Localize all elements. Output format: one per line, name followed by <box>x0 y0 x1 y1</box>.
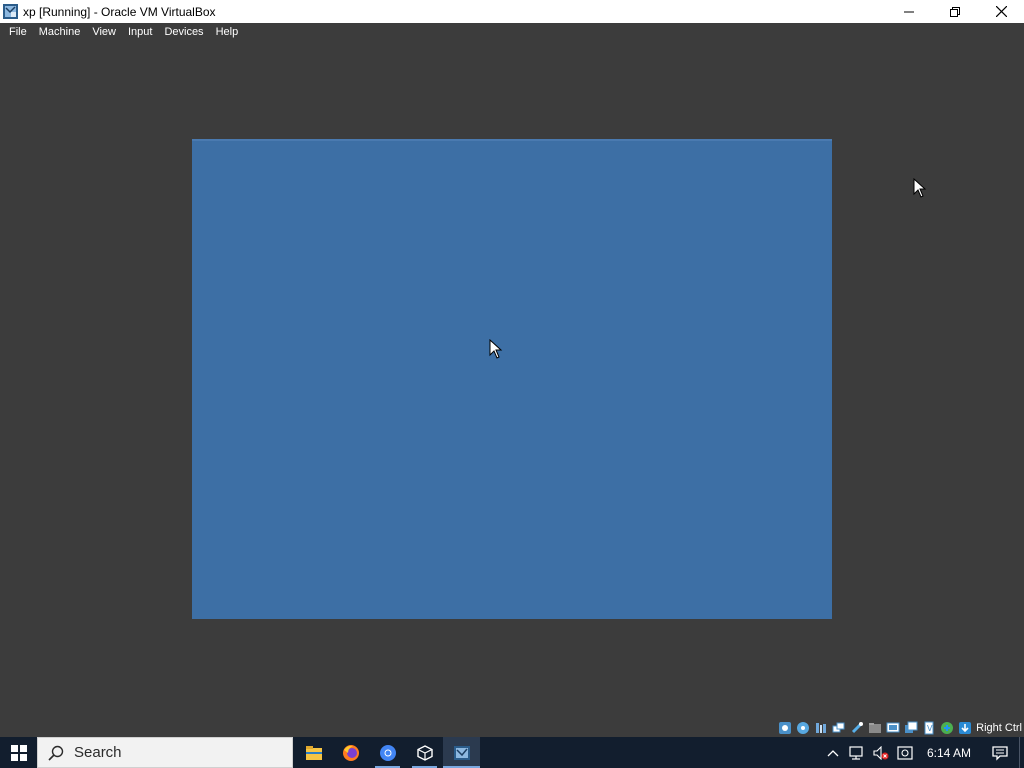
mouse-cursor-icon <box>489 339 503 359</box>
display-icon[interactable] <box>885 720 900 735</box>
menu-bar: File Machine View Input Devices Help <box>0 23 1024 41</box>
taskbar-file-explorer[interactable] <box>295 737 332 768</box>
host-key-label: Right Ctrl <box>976 721 1022 734</box>
action-icon <box>897 745 913 760</box>
menu-devices[interactable]: Devices <box>158 23 209 41</box>
network-tray-button[interactable] <box>845 737 869 768</box>
vm-status-bar: V Right Ctrl <box>0 718 1024 737</box>
menu-machine[interactable]: Machine <box>33 23 87 41</box>
network-icon <box>849 745 863 760</box>
windows-logo-icon <box>10 744 27 761</box>
menu-view[interactable]: View <box>86 23 122 41</box>
taskbar-virtualbox-vm[interactable] <box>443 737 480 768</box>
minimize-button[interactable] <box>886 0 932 23</box>
virtualbox-manager-icon <box>416 744 433 761</box>
vm-screen[interactable] <box>192 139 832 619</box>
menu-help[interactable]: Help <box>210 23 245 41</box>
usb-icon[interactable] <box>849 720 864 735</box>
virtualbox-vm-icon <box>453 745 470 760</box>
title-bar[interactable]: xp [Running] - Oracle VM VirtualBox <box>0 0 1024 23</box>
taskbar-firefox[interactable] <box>332 737 369 768</box>
cpu-icon[interactable]: V <box>921 720 936 735</box>
clock[interactable]: 6:14 AM <box>917 746 981 760</box>
system-tray: 6:14 AM <box>821 737 1024 768</box>
volume-muted-icon <box>873 745 889 760</box>
window-controls <box>886 0 1024 23</box>
close-icon <box>995 6 1007 17</box>
volume-tray-button[interactable] <box>869 737 893 768</box>
show-desktop-button[interactable] <box>1019 737 1024 768</box>
hard-disk-icon[interactable] <box>777 720 792 735</box>
shared-folders-icon[interactable] <box>867 720 882 735</box>
audio-icon[interactable] <box>813 720 828 735</box>
taskbar-chrome[interactable] <box>369 737 406 768</box>
window-title: xp [Running] - Oracle VM VirtualBox <box>23 4 216 19</box>
virtualbox-icon <box>3 4 18 19</box>
restore-icon <box>950 6 960 17</box>
start-button[interactable] <box>0 737 37 768</box>
video-capture-icon[interactable] <box>903 720 918 735</box>
restore-button[interactable] <box>932 0 978 23</box>
menu-file[interactable]: File <box>3 23 33 41</box>
close-button[interactable] <box>978 0 1024 23</box>
network-icon[interactable] <box>831 720 846 735</box>
notification-icon <box>992 745 1008 761</box>
mouse-integration-icon[interactable] <box>939 720 954 735</box>
vm-display-area[interactable] <box>0 41 1024 718</box>
menu-input[interactable]: Input <box>122 23 158 41</box>
firefox-icon <box>342 744 359 761</box>
search-label: Search <box>74 744 122 761</box>
search-box[interactable]: Search <box>37 737 293 768</box>
taskbar-virtualbox-manager[interactable] <box>406 737 443 768</box>
svg-text:V: V <box>927 724 933 733</box>
file-explorer-icon <box>305 745 322 760</box>
action-center-button[interactable] <box>981 737 1019 768</box>
minimize-icon <box>904 11 914 12</box>
search-icon <box>48 745 64 761</box>
windows-taskbar: Search 6:14 AM <box>0 737 1024 768</box>
chrome-icon <box>379 744 396 761</box>
chevron-up-icon <box>827 749 839 756</box>
mouse-cursor-icon <box>913 178 927 198</box>
keyboard-icon[interactable] <box>957 720 972 735</box>
optical-drive-icon[interactable] <box>795 720 810 735</box>
show-hidden-icons-button[interactable] <box>821 737 845 768</box>
action-tray-button[interactable] <box>893 737 917 768</box>
